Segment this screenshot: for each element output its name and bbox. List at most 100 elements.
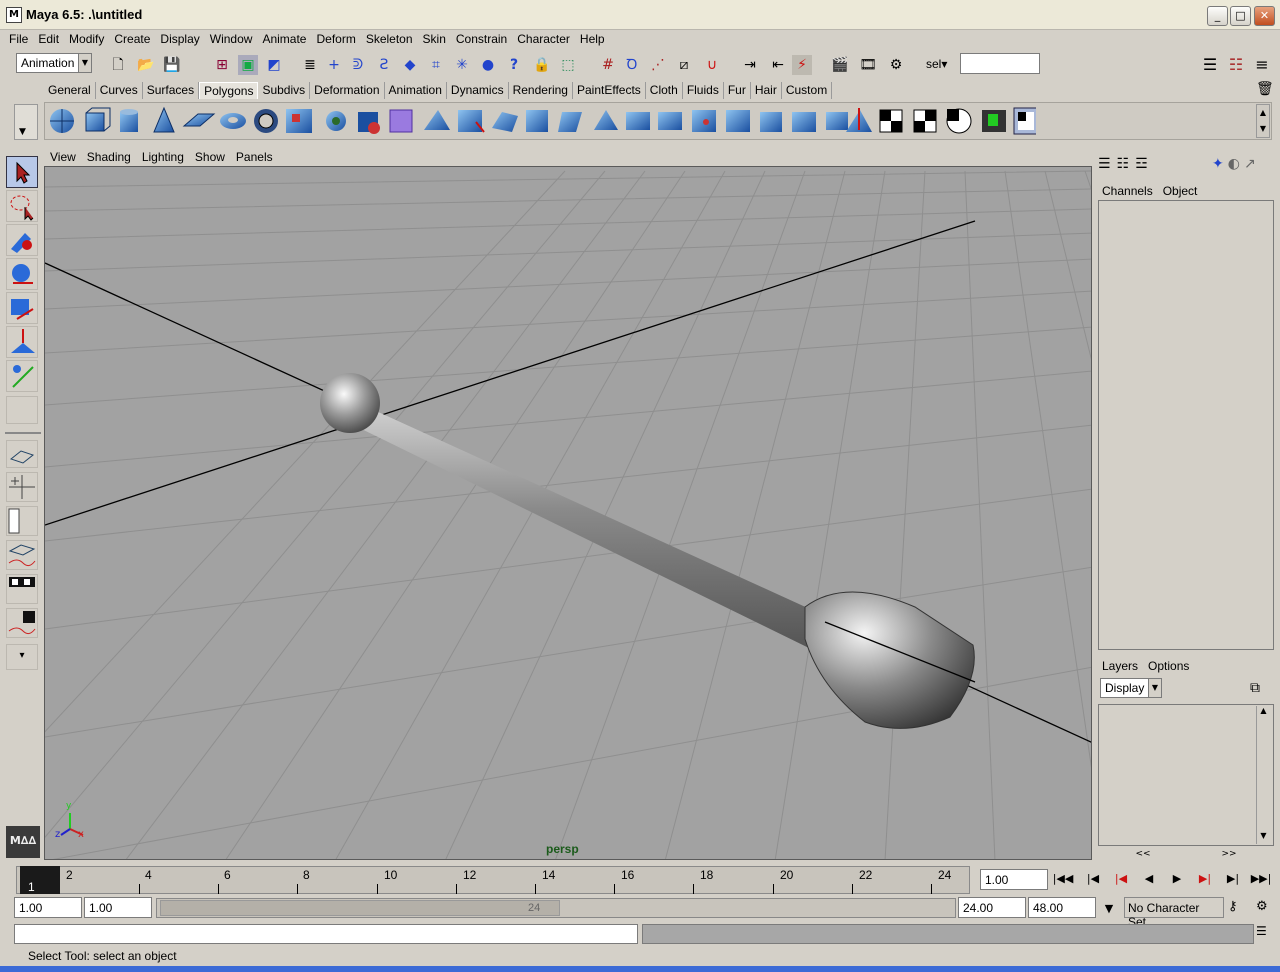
four-view-layout-icon[interactable] [6, 472, 38, 502]
end-time-field[interactable]: 48.00 [1028, 897, 1096, 918]
poly-platonic-icon[interactable] [358, 112, 380, 134]
split-polygon-icon[interactable] [492, 112, 518, 132]
shelf-tab-dynamics[interactable]: Dynamics [447, 82, 509, 99]
menu-modify[interactable]: Modify [64, 30, 109, 48]
mirror-icon[interactable] [846, 108, 872, 132]
select-component-icon[interactable]: ◩ [264, 55, 284, 75]
menu-create[interactable]: Create [109, 30, 155, 48]
insert-edge-loop-icon[interactable] [526, 110, 548, 132]
layout-more-button[interactable]: ▾ [6, 644, 38, 670]
step-back-key-icon[interactable]: |◀ [1110, 869, 1132, 889]
checker-map-3-icon[interactable] [946, 108, 972, 134]
select-by-surface-icon[interactable]: ◆ [400, 55, 420, 75]
select-by-curve-icon[interactable]: Ƨ [374, 55, 394, 75]
shelf-tab-animation[interactable]: Animation [385, 82, 447, 99]
persp-trax-layout-icon[interactable] [6, 608, 38, 638]
poly-cube-icon[interactable] [85, 107, 111, 132]
shelf-tab-general[interactable]: General [44, 82, 96, 99]
playback-start-field[interactable]: 1.00 [84, 897, 152, 918]
highlight-selection-icon[interactable]: ⬚ [558, 55, 578, 75]
trash-icon[interactable]: 🗑 [1256, 81, 1274, 97]
current-frame-marker[interactable] [20, 866, 60, 894]
layers-menu[interactable]: Layers [1102, 659, 1138, 673]
select-by-dynamic-icon[interactable]: ✳ [452, 55, 472, 75]
extract-icon[interactable] [792, 112, 816, 132]
shelf-tab-curves[interactable]: Curves [96, 82, 143, 99]
select-by-deformation-icon[interactable]: ⌗ [426, 55, 446, 75]
snap-to-view-plane-icon[interactable]: ⧄ [674, 55, 694, 75]
layers-layout-icon[interactable]: ☲ [1135, 156, 1148, 172]
bevel-icon[interactable] [594, 110, 618, 130]
shelf-tab-polygons[interactable]: Polygons [199, 82, 259, 99]
maximize-button[interactable]: □ [1230, 6, 1251, 26]
manipulator-tool-icon[interactable] [6, 360, 38, 392]
chevron-down-icon[interactable]: ▼ [1098, 899, 1120, 919]
channels-menu[interactable]: Channels [1102, 184, 1153, 198]
poly-soccer-icon[interactable] [326, 111, 346, 131]
close-button[interactable]: ✕ [1254, 6, 1275, 26]
step-back-frame-icon[interactable]: |◀ [1082, 869, 1104, 889]
select-by-rendering-icon[interactable]: ● [478, 55, 498, 75]
perspective-viewport[interactable]: y z x [44, 166, 1092, 860]
poly-cone-icon[interactable] [153, 106, 175, 133]
menu-display[interactable]: Display [155, 30, 204, 48]
layer-list-scrollbar[interactable]: ▲ ▼ [1256, 706, 1270, 844]
select-tool-icon[interactable] [6, 156, 38, 188]
checker-map-2-icon[interactable] [913, 109, 937, 133]
last-tool-slot[interactable] [6, 396, 38, 424]
viewport-menu-lighting[interactable]: Lighting [136, 148, 189, 166]
shading-icon[interactable]: ◐ [1228, 156, 1240, 172]
menu-window[interactable]: Window [205, 30, 258, 48]
shelf-tab-hair[interactable]: Hair [751, 82, 782, 99]
viewport-menu-shading[interactable]: Shading [81, 148, 136, 166]
menu-constrain[interactable]: Constrain [451, 30, 512, 48]
checker-map-5-icon[interactable] [1013, 107, 1036, 135]
go-to-start-icon[interactable]: |◀◀ [1052, 869, 1074, 889]
select-hierarchy-icon[interactable]: ⊞ [212, 55, 232, 75]
new-scene-icon[interactable]: 🗋 [108, 55, 128, 75]
object-menu[interactable]: Object [1163, 184, 1198, 198]
toggle-channel-box-icon[interactable]: ≡ [1252, 55, 1272, 75]
quick-selection-field[interactable] [960, 53, 1040, 74]
arrow-icon[interactable]: ↗ [1244, 156, 1256, 172]
channel-box-layout-icon[interactable]: ☰ [1098, 156, 1111, 172]
script-editor-icon[interactable]: ☰ [1256, 924, 1267, 938]
viewport-menu-show[interactable]: Show [189, 148, 230, 166]
scene-canvas[interactable] [45, 167, 1092, 860]
ipr-render-icon[interactable]: 🎞 [858, 55, 878, 75]
select-object-icon[interactable]: ▣ [238, 55, 258, 75]
attribute-layout-icon[interactable]: ☷ [1117, 156, 1130, 172]
menu-skin[interactable]: Skin [418, 30, 451, 48]
menu-edit[interactable]: Edit [33, 30, 64, 48]
step-forward-frame-icon[interactable]: ▶| [1222, 869, 1244, 889]
shelf-tab-fur[interactable]: Fur [724, 82, 751, 99]
poly-sphere-icon[interactable] [50, 109, 74, 133]
render-globals-icon[interactable]: ⚙ [886, 55, 906, 75]
options-menu[interactable]: Options [1148, 659, 1189, 673]
shelf-menu-button[interactable]: ▼ [14, 104, 38, 140]
select-by-joint-icon[interactable]: ᕲ [348, 55, 368, 75]
wedge-icon[interactable] [826, 112, 848, 130]
range-slider-handle[interactable] [160, 900, 560, 916]
persp-outliner-layout-icon[interactable] [6, 506, 38, 536]
menu-skeleton[interactable]: Skeleton [361, 30, 418, 48]
persp-graph-layout-icon[interactable] [6, 540, 38, 570]
shelf-tab-cloth[interactable]: Cloth [646, 82, 683, 99]
layer-list[interactable] [1098, 704, 1274, 846]
combine-icon[interactable] [726, 110, 750, 132]
snap-to-grid-icon[interactable]: # [598, 55, 618, 75]
poly-pipe-icon[interactable] [254, 109, 278, 133]
select-by-handle-icon[interactable]: ≣ [300, 55, 320, 75]
output-connections-icon[interactable]: ⇤ [768, 55, 788, 75]
poly-cylinder-icon[interactable] [120, 109, 138, 132]
rotate-tool-icon[interactable] [6, 292, 38, 324]
time-slider[interactable] [16, 866, 970, 894]
quick-selection-label[interactable]: sel▾ [926, 57, 947, 71]
go-to-end-icon[interactable]: ▶▶| [1250, 869, 1272, 889]
menu-deform[interactable]: Deform [311, 30, 360, 48]
playback-end-field[interactable]: 24.00 [958, 897, 1026, 918]
make-live-icon[interactable]: ∪ [702, 55, 722, 75]
select-by-point-icon[interactable]: + [324, 55, 344, 75]
step-forward-key-icon[interactable]: ▶| [1194, 869, 1216, 889]
shelf-tab-subdivs[interactable]: Subdivs [258, 82, 311, 99]
